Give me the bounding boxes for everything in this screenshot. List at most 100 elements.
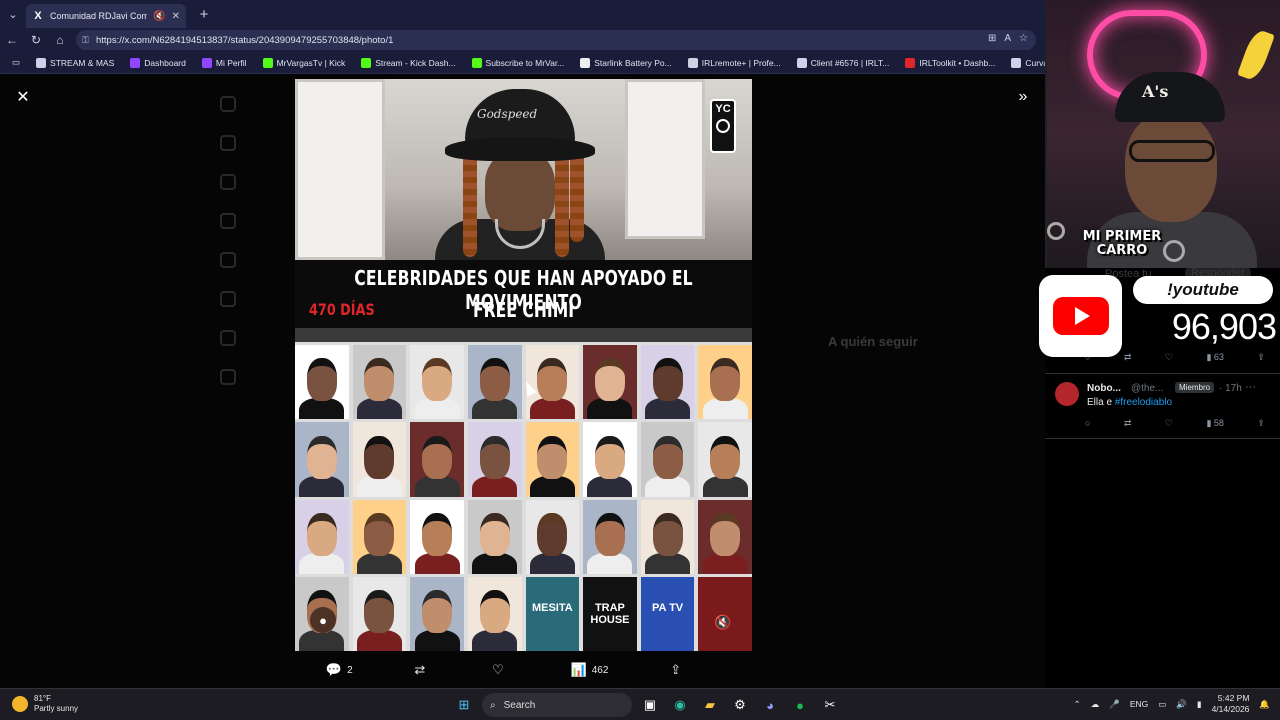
dim-nav-item (220, 240, 300, 279)
tab-actions-icon[interactable]: ⌄ (0, 0, 26, 28)
weather-condition: Partly sunny (34, 704, 79, 713)
tagged-user-icon[interactable]: ● (310, 607, 336, 633)
screen: ⌄ X Comunidad RDJavi Community 🔇 ✕ + ← ↻… (0, 0, 1280, 720)
volume-icon[interactable]: 🔊 (1176, 699, 1187, 710)
bookmark-item[interactable]: Dashboard (122, 52, 194, 74)
heart-icon[interactable]: ♡ (1165, 352, 1173, 363)
capcut-icon[interactable]: ✂ (818, 693, 842, 717)
kick-icon (361, 57, 372, 68)
reply-icon[interactable]: ○ (1085, 418, 1090, 429)
weather-temp: 81°F (34, 694, 51, 703)
back-icon[interactable]: ← (0, 28, 24, 52)
language-indicator[interactable]: ENG (1130, 699, 1148, 709)
bookmark-item[interactable]: IRLToolkit • Dashb... (897, 52, 1003, 74)
reply-button[interactable]: 💬 2 (326, 662, 353, 678)
avatar[interactable] (1055, 382, 1079, 406)
file-explorer-icon[interactable]: ▰ (698, 693, 722, 717)
twitch-icon (201, 57, 212, 68)
cloud-icon[interactable]: ☁ (1091, 699, 1100, 710)
more-options-icon[interactable]: ··· (1245, 381, 1256, 393)
cap-text: Godspeed (477, 107, 538, 121)
url-field[interactable]: ⚿ https://x.com/N6284194513837/status/20… (76, 30, 1036, 50)
taskbar-apps: ⊞ ⌕ Search ▣ ◉ ▰ ⚙ ◕ ● ✂ (452, 693, 842, 717)
bookmark-item[interactable]: IRLremote+ | Profe... (680, 52, 789, 74)
read-aloud-icon[interactable]: A (1004, 33, 1011, 44)
browser-tab[interactable]: X Comunidad RDJavi Community 🔇 ✕ (26, 4, 186, 28)
side-reply-tweet[interactable]: Nobo... @the... Miembro · 17h ··· Ella e… (1045, 373, 1280, 439)
network-icon[interactable]: ▭ (1158, 699, 1166, 710)
bookmark-item[interactable]: Subscribe to MrVar... (464, 52, 573, 74)
retweet-button[interactable]: ⇄ (414, 662, 430, 678)
edge-icon[interactable]: ◉ (668, 693, 692, 717)
celebrity-photo (640, 499, 695, 574)
celebrity-photo (467, 499, 522, 574)
clock[interactable]: 5:42 PM 4/14/2026 (1212, 693, 1250, 715)
globe-icon (687, 57, 698, 68)
expand-sidebar-icon[interactable]: » (1012, 86, 1034, 108)
tab-list-icon[interactable]: ▭ (4, 52, 28, 74)
bookmark-item[interactable]: STREAM & MAS (28, 52, 122, 74)
reply-text: Ella e #freelodiablo (1087, 397, 1173, 408)
weather-widget[interactable]: 81°F Partly sunny (12, 694, 78, 714)
discord-icon[interactable]: ◕ (758, 693, 782, 717)
notification-icon[interactable]: 🔔 (1259, 699, 1270, 710)
hashtag-link[interactable]: #freelodiablo (1115, 397, 1172, 408)
retweet-icon[interactable]: ⇄ (1124, 418, 1132, 429)
celebrity-photo (583, 345, 637, 420)
task-view-icon[interactable]: ▣ (638, 693, 662, 717)
x-logo-icon: X (34, 10, 42, 22)
views-button[interactable]: 📊 462 (571, 662, 609, 678)
youtube-command-label: !youtube (1133, 276, 1273, 304)
settings-icon[interactable]: ⚙ (728, 693, 752, 717)
heart-icon[interactable]: ♡ (1165, 418, 1173, 429)
chevron-up-icon[interactable]: ⌃ (1074, 699, 1081, 710)
taskbar-search[interactable]: ⌕ Search (482, 693, 632, 717)
bookmark-item[interactable]: Stream - Kick Dash... (353, 52, 463, 74)
page-icon (580, 57, 591, 68)
celebrity-photo (698, 499, 752, 574)
mute-tab-icon[interactable]: 🔇 (153, 11, 165, 22)
bookmark-item[interactable]: MrVargasTv | Kick (255, 52, 354, 74)
dim-nav-item (220, 162, 300, 201)
views-icon[interactable]: ▮ 58 (1206, 418, 1223, 429)
celebrity-photo (583, 422, 637, 497)
url-actions: ⊞ A ☆ (988, 33, 1028, 44)
celebrity-photo (640, 422, 695, 497)
retweet-icon[interactable]: ⇄ (1124, 352, 1132, 363)
refresh-icon[interactable]: ↻ (24, 28, 48, 52)
new-tab-button[interactable]: + (192, 2, 216, 26)
share-button[interactable]: ⇪ (670, 662, 681, 678)
reply-author-handle[interactable]: @the... (1131, 383, 1163, 394)
spotify-icon[interactable]: ● (788, 693, 812, 717)
bookmarks-bar: ▭ STREAM & MAS Dashboard Mi Perfil MrVargas… (0, 52, 1107, 74)
tweet-image[interactable]: Godspeed YC CELEBRIDADES QUE HAN APOYADO… (295, 79, 752, 651)
share-icon[interactable]: ⇪ (1257, 418, 1265, 429)
share-icon[interactable]: ⇪ (1257, 352, 1265, 363)
battery-icon[interactable]: ▮ (1197, 699, 1202, 710)
home-icon[interactable]: ⌂ (48, 28, 72, 52)
bookmark-item[interactable]: Starlink Battery Po... (572, 52, 679, 74)
favorite-star-icon[interactable]: ☆ (1019, 33, 1028, 44)
split-screen-icon[interactable]: ⊞ (988, 33, 996, 44)
site-info-icon[interactable]: ⚿ (82, 35, 96, 46)
windows-start-icon[interactable]: ⊞ (452, 693, 476, 717)
system-tray: ⌃ ☁ 🎤 ENG ▭ 🔊 ▮ 5:42 PM 4/14/2026 🔔 (1074, 693, 1270, 715)
tweet-actions: 💬 2 ⇄ ♡ 📊 462 ⇪ (295, 656, 752, 684)
reply-author-name[interactable]: Nobo... (1087, 383, 1121, 394)
close-icon[interactable]: ✕ (12, 86, 34, 108)
carro-badge: MI PRIMER CARRO (1082, 229, 1162, 258)
bookmark-label: Starlink Battery Po... (594, 57, 672, 68)
dim-nav (220, 84, 300, 396)
like-button[interactable]: ♡ (492, 662, 509, 678)
video-mute-icon[interactable]: 🔇 (712, 611, 734, 633)
close-tab-icon[interactable]: ✕ (172, 11, 180, 22)
views-icon[interactable]: ▮ 63 (1206, 352, 1223, 363)
celebrity-photo (352, 499, 407, 574)
celebrity-photo (410, 576, 464, 651)
bookmark-item[interactable]: Client #6576 | IRLT... (789, 52, 898, 74)
bookmark-item[interactable]: Mi Perfil (194, 52, 255, 74)
brand-logo-tile: PA TV (640, 576, 695, 651)
celebrity-photo (525, 422, 580, 497)
mic-icon[interactable]: 🎤 (1109, 699, 1120, 710)
celebrity-photo (352, 576, 407, 651)
